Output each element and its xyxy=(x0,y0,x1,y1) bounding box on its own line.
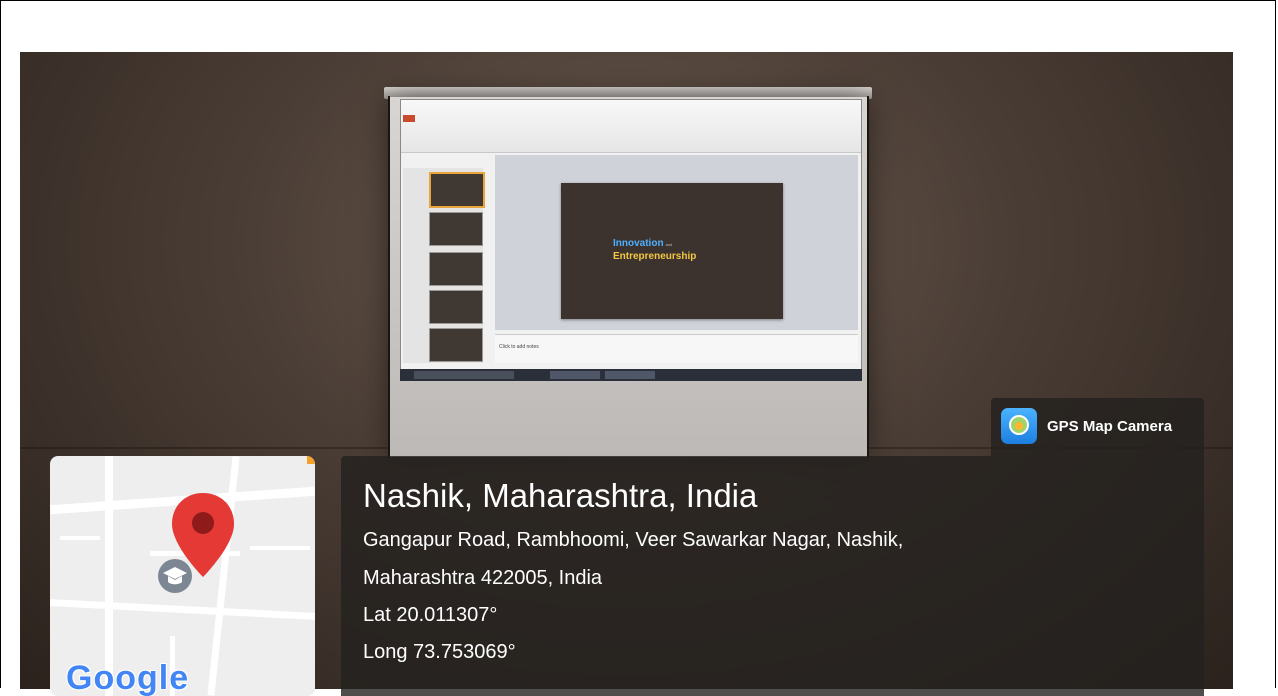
image-frame: Innovation and Entrepreneurship Click to … xyxy=(0,0,1276,696)
projected-presentation-app: Innovation and Entrepreneurship Click to … xyxy=(400,99,862,381)
slide-thumbnail xyxy=(429,212,483,246)
map-road xyxy=(50,599,315,620)
slide-editor: Innovation and Entrepreneurship xyxy=(495,155,858,330)
location-info-panel: Nashik, Maharashtra, India Gangapur Road… xyxy=(341,456,1204,696)
slide-thumbnail-pane xyxy=(403,168,485,363)
slide-thumbnail xyxy=(429,172,485,208)
gps-camera-icon xyxy=(1001,408,1037,444)
app-ribbon xyxy=(401,100,861,153)
longitude: Long 73.753069° xyxy=(363,641,516,663)
slide-title-line1: Innovation and xyxy=(613,238,673,249)
map-road xyxy=(250,546,310,550)
gps-map-camera-badge: GPS Map Camera xyxy=(991,398,1204,456)
map-road xyxy=(60,536,100,540)
location-title: Nashik, Maharashtra, India xyxy=(363,477,758,514)
latitude: Lat 20.011307° xyxy=(363,604,498,626)
projected-taskbar xyxy=(400,369,862,381)
current-slide: Innovation and Entrepreneurship xyxy=(561,183,783,319)
screen-border-right xyxy=(867,96,869,458)
slide-thumbnail xyxy=(429,290,483,324)
slide-thumbnail xyxy=(429,252,483,286)
map-thumbnail: Google xyxy=(50,456,315,696)
gps-app-name: GPS Map Camera xyxy=(1047,418,1173,435)
slide-title-line2: Entrepreneurship xyxy=(613,251,697,262)
file-tab xyxy=(403,115,415,122)
address-line-1: Gangapur Road, Rambhoomi, Veer Sawarkar … xyxy=(363,529,904,551)
screen-border-left xyxy=(388,96,390,458)
graduation-cap-icon xyxy=(158,559,192,593)
taskbar-app xyxy=(550,371,600,379)
notes-placeholder: Click to add notes xyxy=(499,344,539,350)
address-line-2: Maharashtra 422005, India xyxy=(363,567,603,589)
taskbar-search xyxy=(414,371,514,379)
notes-pane: Click to add notes xyxy=(495,334,858,363)
taskbar-app xyxy=(605,371,655,379)
google-logo: Google xyxy=(66,659,190,696)
slide-thumbnail xyxy=(429,328,483,362)
